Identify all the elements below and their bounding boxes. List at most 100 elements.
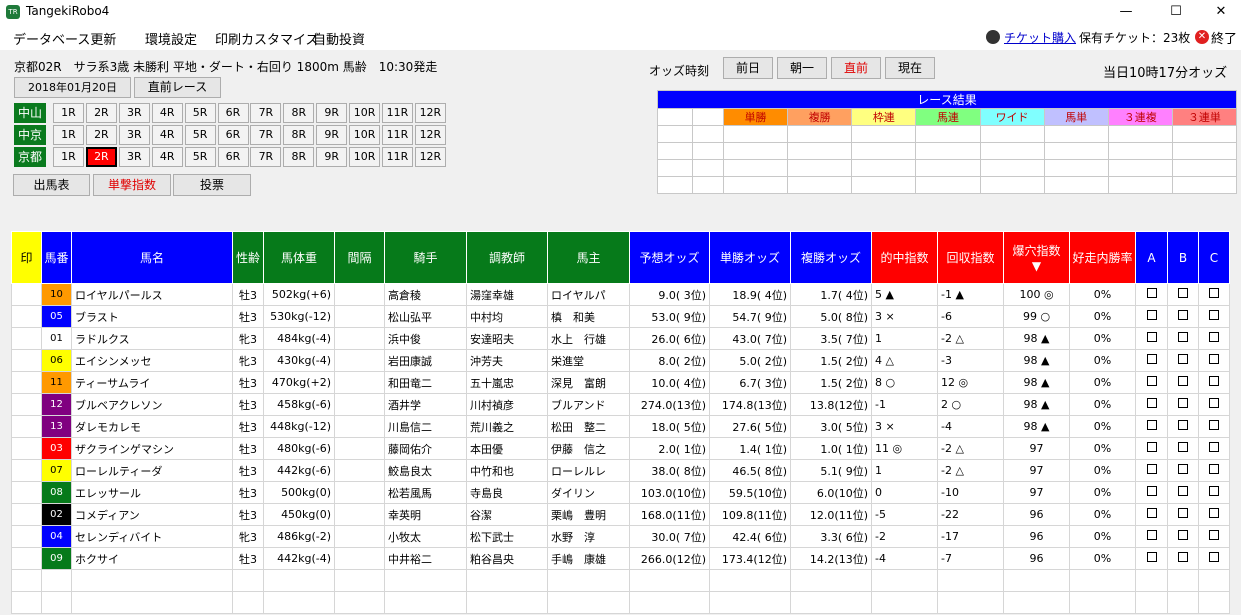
col-win-odds[interactable]: 単勝オッズ bbox=[709, 231, 791, 284]
race-button[interactable]: 3R bbox=[118, 103, 150, 123]
race-button[interactable]: 1R bbox=[53, 147, 84, 167]
checkbox-cell[interactable] bbox=[1167, 547, 1199, 570]
close-button[interactable]: ✕ bbox=[1198, 0, 1241, 24]
table-row[interactable] bbox=[11, 591, 1230, 614]
race-button[interactable]: 7R bbox=[250, 125, 282, 145]
race-date[interactable]: 2018年01月20日 bbox=[14, 77, 131, 98]
checkbox[interactable] bbox=[1146, 420, 1157, 430]
race-button[interactable]: 1R bbox=[53, 103, 84, 123]
checkbox-cell[interactable] bbox=[1135, 437, 1168, 460]
race-button[interactable]: 8R bbox=[283, 103, 315, 123]
table-row[interactable]: 02 コメディアン 牡3 450kg(0) 幸英明 谷潔 栗嶋 豊明 168.0(11位) 10… bbox=[11, 503, 1230, 526]
race-button[interactable]: 1R bbox=[53, 125, 84, 145]
checkbox[interactable] bbox=[1146, 486, 1157, 496]
checkbox[interactable] bbox=[1209, 288, 1219, 298]
col-place-odds[interactable]: 複勝オッズ bbox=[790, 231, 872, 284]
checkbox-cell[interactable] bbox=[1135, 415, 1168, 438]
race-button[interactable]: 2R bbox=[85, 147, 117, 167]
odds-prevday-button[interactable]: 前日 bbox=[723, 57, 773, 79]
checkbox[interactable] bbox=[1209, 552, 1219, 562]
checkbox-cell[interactable] bbox=[1167, 327, 1199, 350]
checkbox-cell[interactable] bbox=[1167, 481, 1199, 504]
checkbox[interactable] bbox=[1209, 354, 1219, 364]
checkbox-cell[interactable] bbox=[1198, 459, 1230, 482]
checkbox-cell[interactable] bbox=[1198, 349, 1230, 372]
checkbox[interactable] bbox=[1146, 464, 1157, 474]
checkbox[interactable] bbox=[1146, 310, 1157, 320]
table-row[interactable]: 11 ティーサムライ 牡3 470kg(+2) 和田竜二 五十嵐忠 深見 富朗 10.0( 4… bbox=[11, 371, 1230, 394]
checkbox[interactable] bbox=[1178, 464, 1188, 474]
checkbox-cell[interactable] bbox=[1135, 283, 1168, 306]
checkbox[interactable] bbox=[1146, 442, 1157, 452]
col-owner[interactable]: 馬主 bbox=[547, 231, 630, 284]
col-horse-name[interactable]: 馬名 bbox=[71, 231, 233, 284]
checkbox[interactable] bbox=[1209, 530, 1219, 540]
checkbox[interactable] bbox=[1146, 552, 1157, 562]
checkbox-cell[interactable] bbox=[1198, 371, 1230, 394]
col-win-rate[interactable]: 好走内勝率 bbox=[1069, 231, 1136, 284]
col-hit-index[interactable]: 的中指数 bbox=[871, 231, 938, 284]
race-button[interactable]: 5R bbox=[184, 103, 216, 123]
odds-morning-button[interactable]: 朝一 bbox=[777, 57, 827, 79]
race-button[interactable]: 6R bbox=[217, 103, 249, 123]
venue-label[interactable]: 中京 bbox=[14, 125, 46, 145]
venue-label[interactable]: 中山 bbox=[14, 103, 46, 123]
table-row[interactable]: 09 ホクサイ 牡3 442kg(-4) 中井裕二 粕谷昌央 手嶋 康雄 266.0(12位)… bbox=[11, 547, 1230, 570]
checkbox[interactable] bbox=[1209, 486, 1219, 496]
checkbox-cell[interactable] bbox=[1167, 349, 1199, 372]
checkbox-cell[interactable] bbox=[1198, 327, 1230, 350]
exit-icon[interactable]: ✕ bbox=[1195, 30, 1209, 44]
col-sex-age[interactable]: 性齢 bbox=[232, 231, 264, 284]
checkbox-cell[interactable] bbox=[1198, 591, 1230, 614]
race-button[interactable]: 6R bbox=[217, 125, 249, 145]
race-button[interactable]: 8R bbox=[283, 125, 315, 145]
checkbox[interactable] bbox=[1178, 376, 1188, 386]
checkbox-cell[interactable] bbox=[1135, 547, 1168, 570]
checkbox[interactable] bbox=[1178, 398, 1188, 408]
exit-button[interactable]: 終了 bbox=[1211, 28, 1237, 47]
race-button[interactable]: 9R bbox=[316, 147, 348, 167]
col-a[interactable]: A bbox=[1135, 231, 1168, 284]
checkbox-cell[interactable] bbox=[1135, 371, 1168, 394]
checkbox-cell[interactable] bbox=[1198, 393, 1230, 416]
checkbox[interactable] bbox=[1209, 442, 1219, 452]
checkbox-cell[interactable] bbox=[1167, 371, 1199, 394]
col-trainer[interactable]: 調教師 bbox=[466, 231, 548, 284]
checkbox[interactable] bbox=[1146, 530, 1157, 540]
checkbox[interactable] bbox=[1178, 442, 1188, 452]
checkbox-cell[interactable] bbox=[1135, 305, 1168, 328]
checkbox-cell[interactable] bbox=[1167, 415, 1199, 438]
checkbox-cell[interactable] bbox=[1198, 525, 1230, 548]
checkbox-cell[interactable] bbox=[1198, 481, 1230, 504]
table-row[interactable]: 03 ザクラインゲマシン 牡3 480kg(-6) 藤岡佑介 本田優 伊藤 信之 2.0( 1… bbox=[11, 437, 1230, 460]
checkbox[interactable] bbox=[1209, 376, 1219, 386]
odds-final-button[interactable]: 直前 bbox=[831, 57, 881, 79]
index-button[interactable]: 単撃指数 bbox=[93, 174, 171, 196]
checkbox[interactable] bbox=[1178, 552, 1188, 562]
checkbox-cell[interactable] bbox=[1135, 569, 1168, 592]
race-button[interactable]: 8R bbox=[283, 147, 315, 167]
checkbox-cell[interactable] bbox=[1167, 437, 1199, 460]
venue-label[interactable]: 京都 bbox=[14, 147, 46, 167]
race-button[interactable]: 11R bbox=[382, 125, 413, 145]
checkbox-cell[interactable] bbox=[1135, 591, 1168, 614]
table-row[interactable] bbox=[11, 569, 1230, 592]
col-weight[interactable]: 馬体重 bbox=[263, 231, 335, 284]
table-row[interactable]: 12 ブルベアクレソン 牡3 458kg(-6) 酒井学 川村禎彦 ブルアンド 274.0(1… bbox=[11, 393, 1230, 416]
checkbox-cell[interactable] bbox=[1167, 569, 1199, 592]
checkbox-cell[interactable] bbox=[1135, 349, 1168, 372]
race-button[interactable]: 6R bbox=[217, 147, 249, 167]
race-button[interactable]: 10R bbox=[349, 125, 381, 145]
race-button[interactable]: 9R bbox=[316, 125, 348, 145]
checkbox[interactable] bbox=[1209, 332, 1219, 342]
race-button[interactable]: 4R bbox=[151, 103, 183, 123]
checkbox[interactable] bbox=[1178, 530, 1188, 540]
checkbox[interactable] bbox=[1209, 398, 1219, 408]
menu-print-customize[interactable]: 印刷カスタマイズ bbox=[215, 29, 319, 48]
checkbox[interactable] bbox=[1209, 464, 1219, 474]
checkbox[interactable] bbox=[1209, 420, 1219, 430]
race-button[interactable]: 10R bbox=[349, 103, 381, 123]
race-button[interactable]: 5R bbox=[184, 125, 216, 145]
checkbox-cell[interactable] bbox=[1167, 305, 1199, 328]
col-horse-number[interactable]: 馬番 bbox=[41, 231, 72, 284]
